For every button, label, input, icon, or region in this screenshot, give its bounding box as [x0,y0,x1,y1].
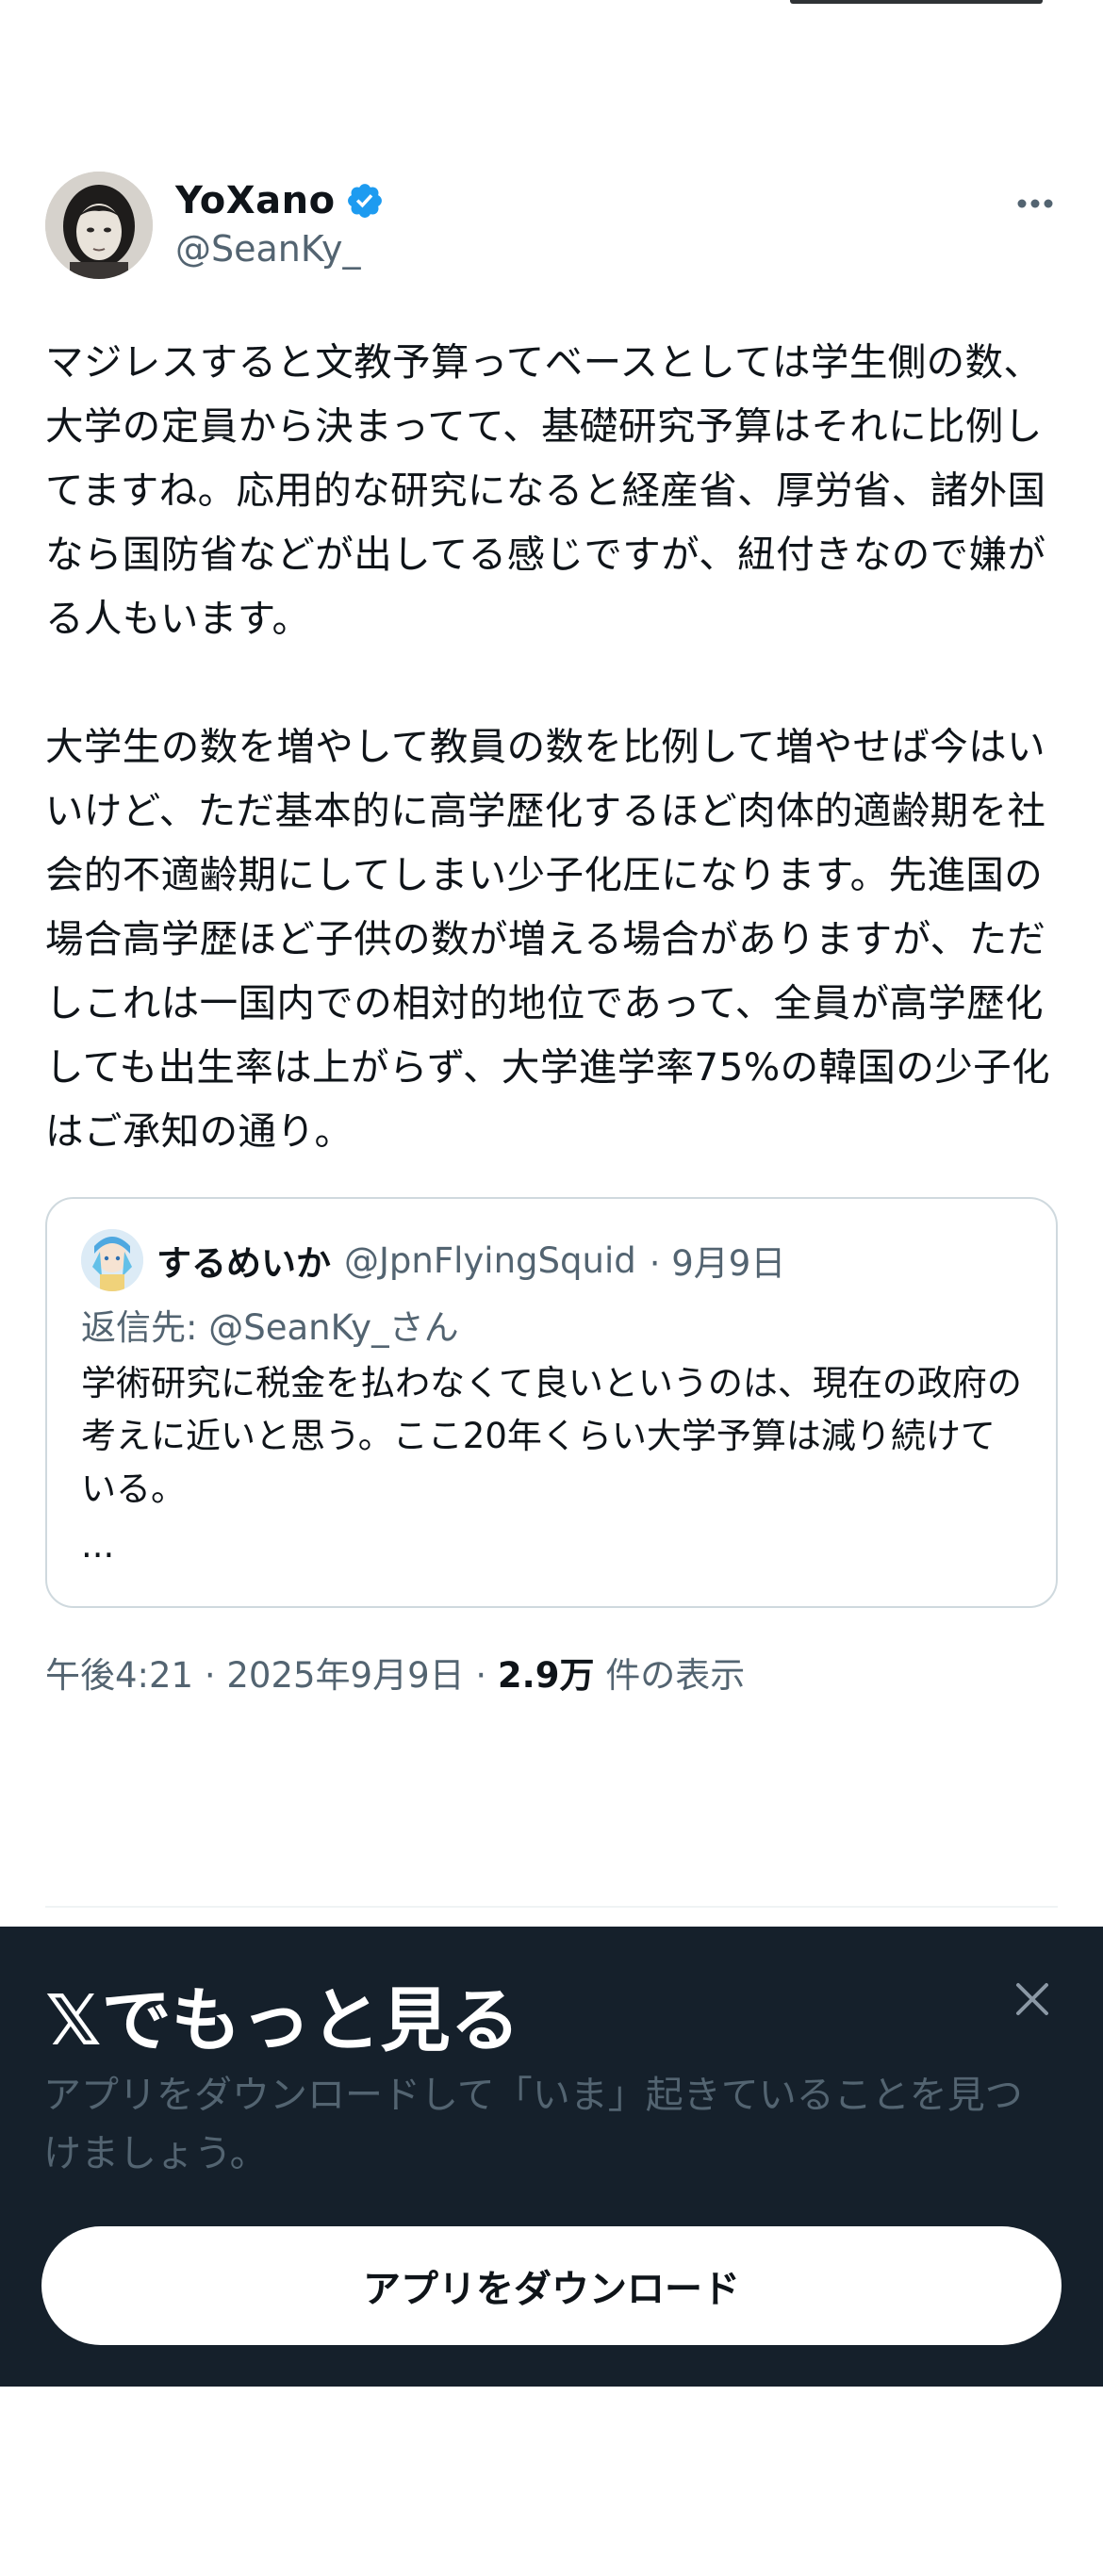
tweet: YoXano @SeanKy_ マジレスすると文教予算ってベースとしては学生側の… [45,172,1058,1702]
more-dots-icon[interactable] [1012,185,1058,222]
tweet-meta: 午後4:21 · 2025年9月9日 · 2.9万 件の表示 [45,1649,1058,1702]
quote-author-name: するめいか [156,1243,331,1284]
quote-ellipsis: ... [81,1525,115,1566]
quote-text: 学術研究に税金を払わなくて良いというのは、現在の政府の考えに近いと思う。ここ20… [81,1363,1022,1509]
author-names: YoXano @SeanKy_ [175,175,385,270]
banner-title: 𝕏でもっと見る [45,1980,520,2061]
view-count-label: 件の表示 [594,1655,746,1696]
display-name-row: YoXano [175,175,385,226]
avatar-portrait [45,172,153,279]
download-app-button[interactable]: アプリをダウンロード [41,2226,1062,2345]
app-download-banner: 𝕏でもっと見る アプリをダウンロードして「いま」起きていることを見つけましょう。… [0,1927,1103,2387]
quote-date: · 9月9日 [649,1243,786,1284]
close-icon[interactable] [1007,1974,1058,2025]
quoted-tweet[interactable]: するめいか @JpnFlyingSquid · 9月9日 返信先: @SeanK… [45,1197,1058,1608]
author-avatar[interactable] [45,172,153,279]
tweet-header: YoXano @SeanKy_ [45,172,1058,283]
tweet-timestamp[interactable]: 午後4:21 · 2025年9月9日 · [45,1655,498,1696]
view-count: 2.9万 [497,1655,595,1696]
display-name[interactable]: YoXano [175,179,336,222]
reply-prefix: 返信先: [81,1307,209,1348]
author-handle[interactable]: @SeanKy_ [175,228,385,270]
quote-author-handle: @JpnFlyingSquid [344,1239,636,1281]
divider [45,1906,1058,1908]
quote-author-avatar [81,1229,143,1291]
quote-avatar-image [81,1229,143,1291]
tweet-text: マジレスすると文教予算ってベースとしては学生側の数、大学の定員から決まってて、基… [45,339,1050,1154]
banner-subtitle: アプリをダウンロードして「いま」起きていることを見つけましょう。 [43,2074,1023,2175]
quote-header: するめいか @JpnFlyingSquid · 9月9日 [81,1229,1024,1291]
verified-badge-icon [347,184,382,218]
top-edge-bar [790,0,1043,4]
reply-handle: @SeanKy_さん [208,1307,459,1348]
quote-reply-to: 返信先: @SeanKy_さん [81,1299,1024,1350]
